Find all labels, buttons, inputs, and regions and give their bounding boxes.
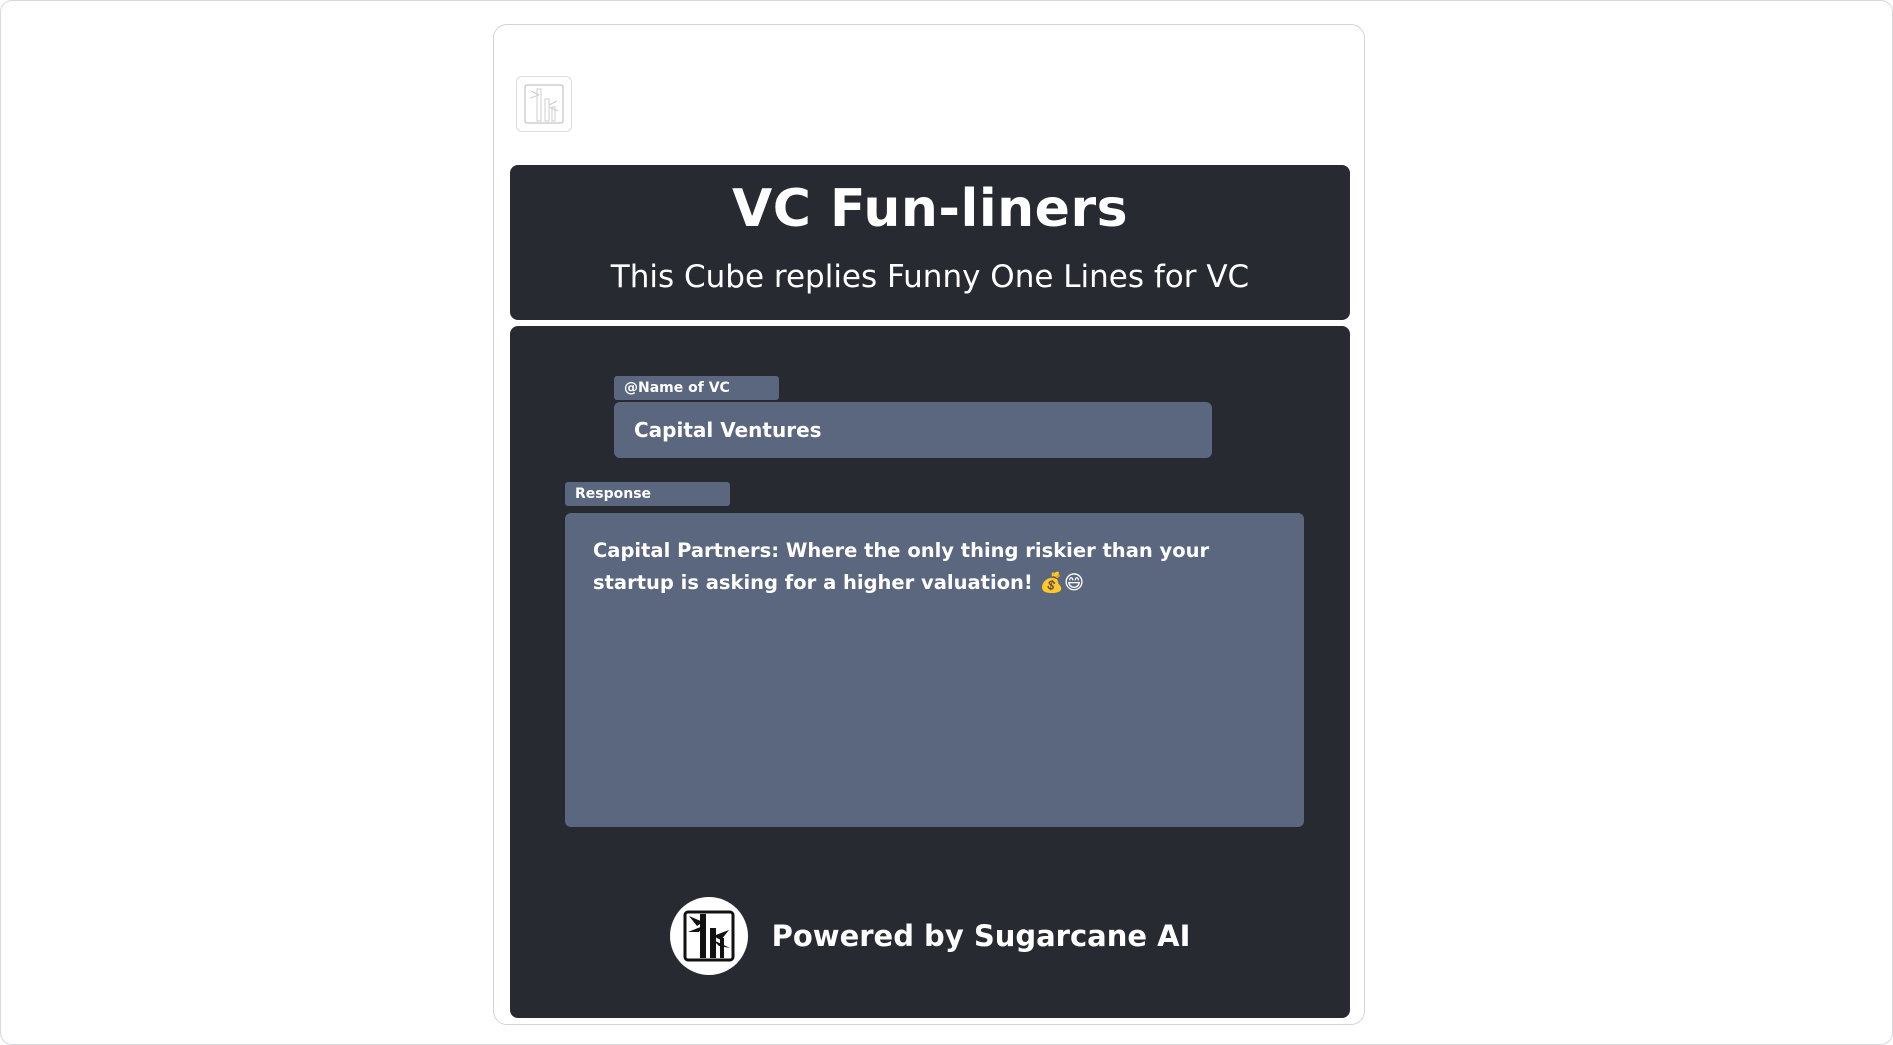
page-subtitle: This Cube replies Funny One Lines for VC [610, 259, 1250, 295]
response-label: Response [565, 482, 730, 506]
page-title: VC Fun-liners [731, 179, 1129, 239]
header-panel: VC Fun-liners This Cube replies Funny On… [510, 165, 1350, 320]
vc-name-input[interactable] [614, 402, 1212, 458]
response-output[interactable]: Capital Partners: Where the only thing r… [565, 513, 1304, 827]
vc-name-label: @Name of VC [614, 376, 779, 400]
main-panel: @Name of VC Response Capital Partners: W… [510, 326, 1350, 1018]
powered-by-text: Powered by Sugarcane AI [771, 919, 1191, 953]
sugarcane-logo-icon [516, 76, 572, 132]
sugarcane-footer-logo-icon [669, 897, 748, 975]
footer: Powered by Sugarcane AI [510, 896, 1350, 976]
